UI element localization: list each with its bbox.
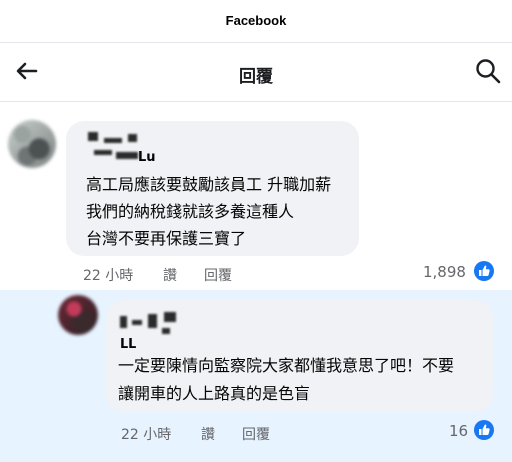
reaction-count[interactable]: 1,898	[423, 263, 466, 281]
like-reaction-icon[interactable]	[474, 420, 494, 440]
comment-text-line: 高工局應該要鼓勵該員工 升職加薪	[86, 175, 332, 194]
page-title: 回覆	[239, 67, 273, 87]
like-reaction-icon[interactable]	[474, 261, 494, 281]
comment-text-line: 台灣不要再保護三寶了	[86, 229, 247, 248]
reply-text-line: 一定要陳情向監察院大家都懂我意思了吧！不要	[118, 356, 455, 375]
nav-bar: 回覆	[0, 43, 512, 101]
reply-button[interactable]: 回覆	[204, 265, 232, 285]
reply-text-line: 讓開車的人上路真的是色盲	[118, 384, 311, 403]
reply-button[interactable]: 回覆	[242, 424, 270, 444]
app-title: Facebook	[225, 13, 287, 28]
author-name-redacted[interactable]	[118, 312, 198, 334]
search-icon[interactable]	[474, 57, 502, 85]
author-name-partial: ᒪᒪ	[120, 337, 137, 352]
like-button[interactable]: 讚	[201, 424, 215, 444]
nav-divider	[0, 101, 512, 102]
reaction-count[interactable]: 16	[449, 422, 468, 440]
comment-text-line: 我們的納稅錢就該多養這種人	[86, 202, 295, 221]
reply-time: 22 小時	[121, 427, 172, 443]
like-button[interactable]: 讚	[163, 265, 177, 285]
comment-time: 22 小時	[83, 268, 134, 284]
reply-text-clip: 一定要陳情向監察院大家都懂我意思了吧！不要	[118, 355, 493, 379]
avatar[interactable]	[8, 120, 56, 168]
avatar[interactable]	[58, 295, 98, 335]
author-name-partial: Lu	[138, 150, 156, 165]
